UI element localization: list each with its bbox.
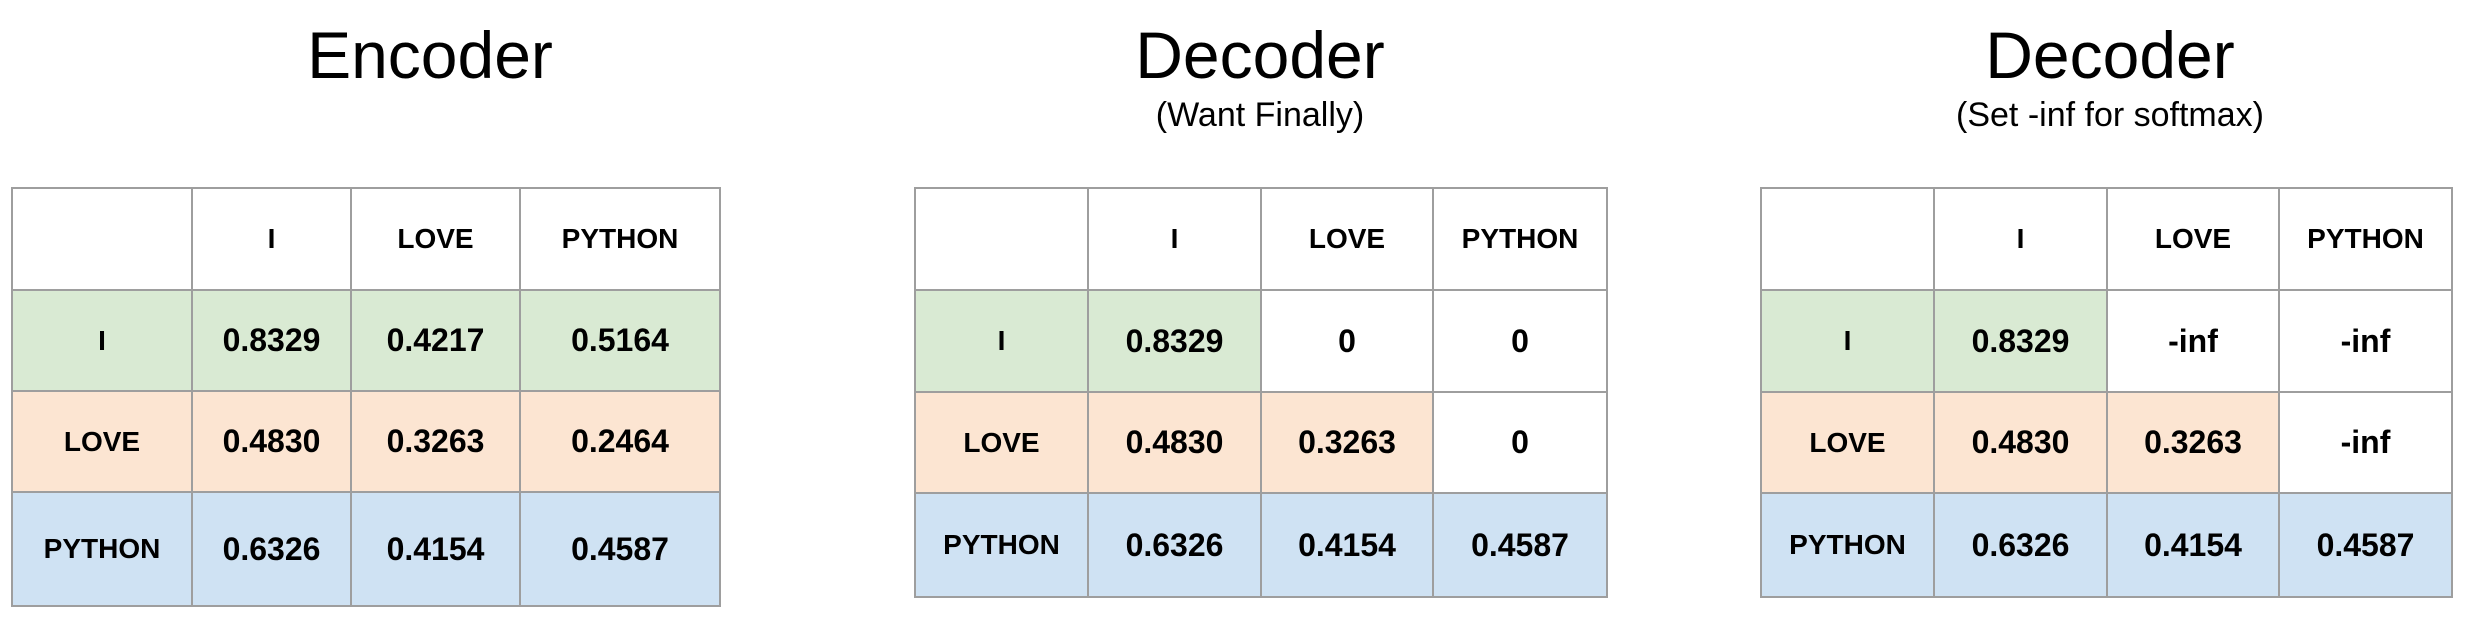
cell-python-love: 0.4154: [1260, 492, 1434, 598]
column-header-python: PYTHON: [519, 187, 721, 291]
column-header-love: LOVE: [1260, 187, 1434, 291]
cell-i-python: 0: [1432, 289, 1608, 393]
cell-i-python: -inf: [2278, 289, 2453, 393]
column-header-love: LOVE: [2106, 187, 2280, 291]
cell-i-love: 0.4217: [350, 289, 521, 392]
column-header-i: I: [1933, 187, 2108, 291]
panel-title: Encoder: [307, 18, 553, 92]
row-love: LOVE 0.4830 0.3263 -inf: [1760, 391, 2453, 494]
row-label-love: LOVE: [11, 390, 193, 493]
cell-i-love: 0: [1260, 289, 1434, 393]
row-love: LOVE 0.4830 0.3263 0.2464: [11, 390, 721, 493]
cell-python-python: 0.4587: [2278, 492, 2453, 598]
decoder-softmax-matrix: I LOVE PYTHON I 0.8329 -inf -inf LOVE 0.…: [1760, 187, 2453, 598]
cell-i-i: 0.8329: [191, 289, 352, 392]
row-label-i: I: [11, 289, 193, 392]
cell-i-love: -inf: [2106, 289, 2280, 393]
encoder-matrix: I LOVE PYTHON I 0.8329 0.4217 0.5164 LOV…: [11, 187, 721, 607]
row-python: PYTHON 0.6326 0.4154 0.4587: [1760, 492, 2453, 598]
column-header-i: I: [191, 187, 352, 291]
column-header-i: I: [1087, 187, 1262, 291]
panel-title: Decoder: [1135, 18, 1385, 92]
cell-python-love: 0.4154: [350, 491, 521, 607]
row-python: PYTHON 0.6326 0.4154 0.4587: [914, 492, 1608, 598]
cell-i-python: 0.5164: [519, 289, 721, 392]
cell-python-i: 0.6326: [1933, 492, 2108, 598]
cell-python-love: 0.4154: [2106, 492, 2280, 598]
column-header-python: PYTHON: [1432, 187, 1608, 291]
cell-love-love: 0.3263: [1260, 391, 1434, 494]
cell-python-i: 0.6326: [1087, 492, 1262, 598]
row-label-python: PYTHON: [11, 491, 193, 607]
cell-love-python: 0: [1432, 391, 1608, 494]
cell-love-i: 0.4830: [191, 390, 352, 493]
decoder-want-matrix: I LOVE PYTHON I 0.8329 0 0 LOVE 0.4830 0…: [914, 187, 1608, 598]
panel-title: Decoder: [1985, 18, 2235, 92]
panel-subtitle: (Want Finally): [1155, 96, 1365, 134]
cell-love-i: 0.4830: [1087, 391, 1262, 494]
cell-love-python: 0.2464: [519, 390, 721, 493]
row-python: PYTHON 0.6326 0.4154 0.4587: [11, 491, 721, 607]
row-label-i: I: [914, 289, 1089, 393]
panel-subtitle: (Set -inf for softmax): [1956, 96, 2264, 134]
row-label-python: PYTHON: [1760, 492, 1935, 598]
row-label-love: LOVE: [914, 391, 1089, 494]
cell-love-python: -inf: [2278, 391, 2453, 494]
row-i: I 0.8329 -inf -inf: [1760, 289, 2453, 393]
cell-i-i: 0.8329: [1087, 289, 1262, 393]
cell-i-i: 0.8329: [1933, 289, 2108, 393]
cell-love-i: 0.4830: [1933, 391, 2108, 494]
cell-love-love: 0.3263: [2106, 391, 2280, 494]
row-label-i: I: [1760, 289, 1935, 393]
cell-python-python: 0.4587: [1432, 492, 1608, 598]
cell-love-love: 0.3263: [350, 390, 521, 493]
corner-cell: [914, 187, 1089, 291]
column-header-love: LOVE: [350, 187, 521, 291]
row-i: I 0.8329 0.4217 0.5164: [11, 289, 721, 392]
row-i: I 0.8329 0 0: [914, 289, 1608, 393]
corner-cell: [1760, 187, 1935, 291]
column-header-python: PYTHON: [2278, 187, 2453, 291]
corner-cell: [11, 187, 193, 291]
row-label-love: LOVE: [1760, 391, 1935, 494]
row-love: LOVE 0.4830 0.3263 0: [914, 391, 1608, 494]
row-label-python: PYTHON: [914, 492, 1089, 598]
cell-python-python: 0.4587: [519, 491, 721, 607]
cell-python-i: 0.6326: [191, 491, 352, 607]
